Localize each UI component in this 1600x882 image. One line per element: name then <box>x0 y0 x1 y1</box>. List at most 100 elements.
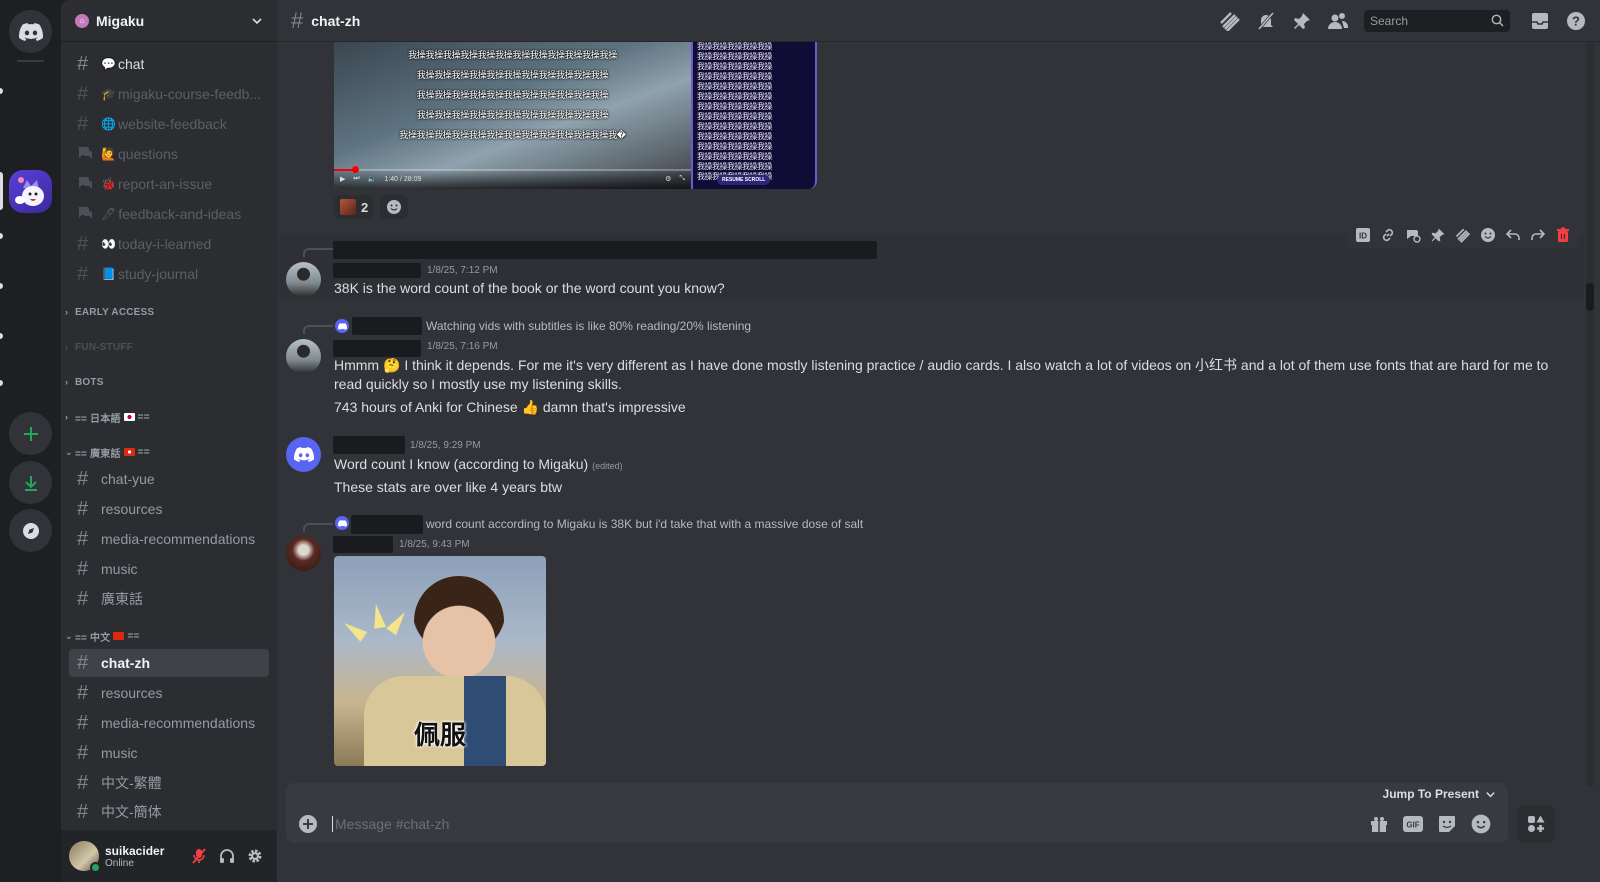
hash-icon: # <box>77 467 89 490</box>
channel-chat-yue[interactable]: # chat-yue <box>69 465 269 493</box>
category-japanese[interactable]: › == 日本語 == <box>65 408 150 426</box>
user-avatar[interactable] <box>69 841 101 873</box>
channel-cantonese[interactable]: # 廣東話 <box>69 585 269 613</box>
video-subtitle-line: 我操我操我操我操我操我操我操我操我操我操我操 <box>416 70 609 80</box>
channel-media-recommendations-zh[interactable]: # media-recommendations <box>69 709 269 737</box>
copy-id-button[interactable]: ID <box>1351 224 1374 246</box>
message-text: Hmmm 🤔 I think it depends. For me it's v… <box>334 357 1549 373</box>
delete-message-button[interactable] <box>1551 224 1574 246</box>
sticker-image[interactable]: 佩服 <box>334 556 546 766</box>
play-icon[interactable]: ▶ <box>340 175 345 183</box>
category-early-access[interactable]: › EARLY ACCESS <box>65 303 154 321</box>
channel-list[interactable]: # 💬 chat # 🎓 migaku-course-feedb... # 🌐 … <box>61 42 277 830</box>
pinned-messages-button[interactable] <box>1290 9 1314 33</box>
user-settings-button[interactable] <box>241 842 269 870</box>
message-scrollbar-thumb[interactable] <box>1586 283 1594 311</box>
channel-website-feedback[interactable]: # 🌐 website-feedback <box>69 110 269 138</box>
speech-bubble-icon: 💬 <box>101 57 116 71</box>
message-composer: GIF <box>286 805 1508 843</box>
custom-emoji-icon <box>340 199 356 215</box>
inbox-button[interactable] <box>1528 9 1552 33</box>
next-icon[interactable]: ⏭ <box>353 175 359 183</box>
channel-report-an-issue[interactable]: 🐞 report-an-issue <box>69 170 269 198</box>
upload-button[interactable] <box>296 810 320 838</box>
message-scrollbar-track[interactable] <box>1586 42 1594 787</box>
channel-traditional-chinese[interactable]: # 中文-繁體 <box>69 769 269 797</box>
reply-button[interactable] <box>1501 224 1524 246</box>
user-avatar[interactable] <box>286 437 321 472</box>
server-icon-migaku[interactable] <box>9 170 52 213</box>
add-server-button[interactable] <box>9 412 52 455</box>
channel-chat[interactable]: # 💬 chat <box>69 50 269 78</box>
channel-study-journal[interactable]: # 📘 study-journal <box>69 260 269 288</box>
sticker-button[interactable] <box>1430 810 1464 838</box>
channel-resources-zh[interactable]: # resources <box>69 679 269 707</box>
volume-icon[interactable]: 🔈 <box>368 175 377 183</box>
search-input[interactable]: Search <box>1364 9 1510 32</box>
gif-button[interactable]: GIF <box>1396 810 1430 838</box>
member-list-button[interactable] <box>1326 9 1350 33</box>
channel-feedback-and-ideas[interactable]: 🖊 feedback-and-ideas <box>69 200 269 228</box>
live-chat-line: 我操我操我操我操我操 <box>697 92 773 101</box>
sticker-caption: 佩服 <box>413 720 466 750</box>
redacted-username <box>333 263 421 278</box>
channel-questions[interactable]: 🙋 questions <box>69 140 269 168</box>
fullscreen-exit-icon[interactable]: ⤡ <box>679 175 685 183</box>
channel-music-zh[interactable]: # music <box>69 739 269 767</box>
help-button[interactable]: ? <box>1564 9 1588 33</box>
emoji-button[interactable] <box>1464 810 1498 838</box>
add-reaction-button[interactable] <box>380 195 409 219</box>
video-embed[interactable]: 我操我操我操我操我操我操我操我操我操我操我操我操 我操我操我操我操我操我操我操我… <box>334 42 691 189</box>
message-list[interactable]: 我操我操我操我操我操我操我操我操我操我操我操我操 我操我操我操我操我操我操我操我… <box>277 42 1600 797</box>
category-bots[interactable]: › BOTS <box>65 373 104 391</box>
reply-preview-text[interactable]: Watching vids with subtitles is like 80%… <box>426 319 751 333</box>
server-header[interactable]: ⌂ Migaku <box>61 0 277 42</box>
copy-link-button[interactable] <box>1376 224 1399 246</box>
reaction-custom-emoji[interactable]: 2 <box>334 195 375 219</box>
resume-scroll-button[interactable]: RESUME SCROLL <box>717 175 771 185</box>
add-reaction-button[interactable] <box>1476 224 1499 246</box>
channel-today-i-learned[interactable]: # 👀 today-i-learned <box>69 230 269 258</box>
message-input[interactable] <box>332 816 1362 832</box>
threads-button[interactable] <box>1218 9 1242 33</box>
user-info[interactable]: suikacider Online <box>105 844 185 869</box>
category-fun-stuff[interactable]: › FUN-STUFF <box>65 338 133 356</box>
channel-chat-zh[interactable]: # chat-zh <box>69 649 269 677</box>
channel-title: chat-zh <box>311 12 361 29</box>
discover-button[interactable] <box>9 509 52 552</box>
notification-settings-button[interactable] <box>1254 9 1278 33</box>
hash-icon: # <box>77 232 89 255</box>
channel-migaku-course-feedback[interactable]: # 🎓 migaku-course-feedb... <box>69 80 269 108</box>
sticker-icon <box>1439 816 1455 832</box>
gift-button[interactable] <box>1362 810 1396 838</box>
hong-kong-flag-icon <box>123 448 135 456</box>
raising-hand-icon: 🙋 <box>101 147 116 161</box>
channel-simplified-chinese[interactable]: # 中文-簡体 <box>69 798 269 826</box>
user-avatar[interactable] <box>286 339 321 374</box>
apps-button[interactable] <box>1517 805 1555 843</box>
download-apps-button[interactable] <box>9 461 52 504</box>
jump-to-present-button[interactable]: Jump To Present <box>286 783 1508 805</box>
hash-icon: # <box>77 557 89 580</box>
reply-connector <box>303 523 333 532</box>
create-thread-button[interactable] <box>1401 224 1424 246</box>
reply-preview-text[interactable]: word count according to Migaku is 38K bu… <box>426 517 863 531</box>
category-chinese[interactable]: ⌄ == 中文 == <box>65 627 140 645</box>
user-avatar[interactable] <box>286 262 321 297</box>
mute-microphone-button[interactable] <box>185 842 213 870</box>
message-text: Word count I know (according to Migaku) … <box>334 456 623 472</box>
threads-button[interactable] <box>1451 224 1474 246</box>
pin-message-button[interactable] <box>1426 224 1449 246</box>
direct-messages-button[interactable] <box>9 10 52 53</box>
settings-icon[interactable]: ⚙ <box>665 175 671 183</box>
user-panel: suikacider Online <box>61 830 277 882</box>
category-cantonese[interactable]: ⌄ == 廣東話 == <box>65 443 150 461</box>
deafen-button[interactable] <box>213 842 241 870</box>
channel-resources-yue[interactable]: # resources <box>69 495 269 523</box>
channel-music-yue[interactable]: # music <box>69 555 269 583</box>
user-avatar[interactable] <box>286 536 321 571</box>
channel-media-recommendations-yue[interactable]: # media-recommendations <box>69 525 269 553</box>
link-icon <box>1382 228 1393 242</box>
forward-button[interactable] <box>1526 224 1549 246</box>
thread-reply-icon <box>1406 230 1421 243</box>
